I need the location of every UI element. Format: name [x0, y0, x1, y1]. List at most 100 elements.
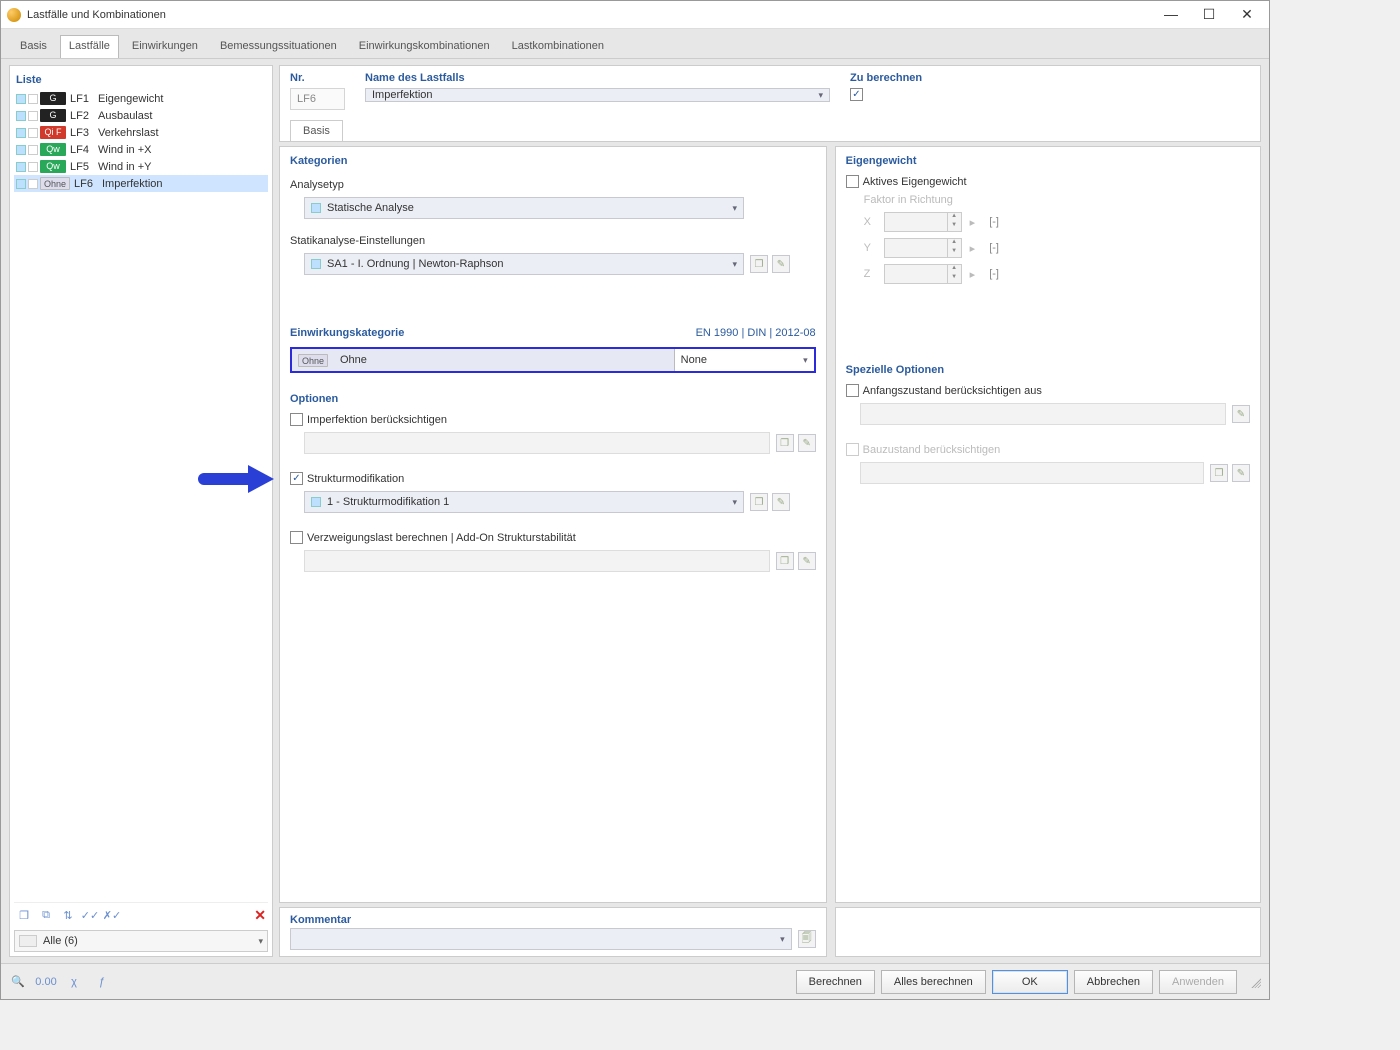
compute-checkbox[interactable]: [850, 88, 863, 101]
category-tag: Ohne: [40, 177, 70, 190]
verzweig-combo-disabled: [304, 550, 770, 572]
actioncat-combo[interactable]: Ohne Ohne None ▾: [290, 347, 816, 373]
tab-basis[interactable]: Basis: [11, 35, 56, 58]
copy-icon[interactable]: ⧉: [38, 908, 54, 924]
app-window: Lastfälle und Kombinationen — ☐ ✕ Basis …: [0, 0, 1270, 1000]
tab-lastkombinationen[interactable]: Lastkombinationen: [503, 35, 613, 58]
statik-value: SA1 - I. Ordnung | Newton-Raphson: [327, 258, 504, 270]
resize-grip-icon[interactable]: [1249, 976, 1261, 988]
close-icon[interactable]: ✕: [1237, 6, 1257, 23]
help-icon[interactable]: 🔍: [9, 973, 27, 991]
lc-code: LF2: [70, 110, 98, 122]
strukt-combo[interactable]: 1 - Strukturmodifikation 1 ▾: [304, 491, 744, 513]
play-icon[interactable]: ▸: [970, 268, 976, 281]
imperf-label: Imperfektion berücksichtigen: [307, 414, 447, 426]
imperf-checkbox[interactable]: [290, 413, 303, 426]
subtab-basis[interactable]: Basis: [290, 120, 343, 141]
strukt-checkbox[interactable]: [290, 472, 303, 485]
actioncat-header: Einwirkungskategorie: [290, 327, 404, 341]
ok-button[interactable]: OK: [992, 970, 1068, 994]
new-icon[interactable]: ❐: [16, 908, 32, 924]
factor-y-input[interactable]: ▲▼: [884, 238, 962, 258]
abbrechen-button[interactable]: Abbrechen: [1074, 970, 1153, 994]
lc-code: LF3: [70, 127, 98, 139]
check-all-icon[interactable]: ✓✓: [82, 908, 98, 924]
new-icon[interactable]: ❐: [776, 552, 794, 570]
list-item[interactable]: Qw LF4 Wind in +X: [14, 141, 268, 158]
alles-berechnen-button[interactable]: Alles berechnen: [881, 970, 986, 994]
edit-icon[interactable]: ✎: [1232, 464, 1250, 482]
edit-icon[interactable]: ✎: [1232, 405, 1250, 423]
color-swatch-icon: [16, 111, 26, 121]
special-header: Spezielle Optionen: [846, 364, 1250, 378]
comment-panel-right: [835, 907, 1261, 957]
comment-combo[interactable]: ▾: [290, 928, 792, 950]
mid-right-panel: Eigengewicht Aktives Eigengewicht Faktor…: [835, 146, 1261, 903]
mid-left-panel: Kategorien Analysetyp Statische Analyse …: [279, 146, 827, 903]
edit-settings-icon[interactable]: ✎: [772, 255, 790, 273]
chevron-down-icon: ▾: [780, 934, 785, 945]
minimize-icon[interactable]: —: [1161, 6, 1181, 23]
new-icon[interactable]: ❐: [1210, 464, 1228, 482]
verzweig-checkbox[interactable]: [290, 531, 303, 544]
script-icon[interactable]: ƒ: [93, 973, 111, 991]
unit-x: [-]: [989, 216, 999, 228]
lc-code: LF5: [70, 161, 98, 173]
uncheck-all-icon[interactable]: ✗✓: [104, 908, 120, 924]
color-swatch-icon: [28, 128, 38, 138]
berechnen-button[interactable]: Berechnen: [796, 970, 875, 994]
norm-icon[interactable]: χ: [65, 973, 83, 991]
play-icon[interactable]: ▸: [970, 216, 976, 229]
loadcase-list[interactable]: G LF1 Eigengewicht G LF2 Ausbaulast Qi F…: [14, 90, 268, 902]
edit-icon[interactable]: ✎: [772, 493, 790, 511]
categories-header: Kategorien: [290, 155, 816, 169]
titlebar: Lastfälle und Kombinationen — ☐ ✕: [1, 1, 1269, 29]
verzweig-label: Verzweigungslast berechnen | Add-On Stru…: [307, 532, 576, 544]
factor-x-input[interactable]: ▲▼: [884, 212, 962, 232]
color-swatch-icon: [16, 179, 26, 189]
delete-icon[interactable]: ✕: [254, 907, 266, 924]
list-item[interactable]: G LF1 Eigengewicht: [14, 90, 268, 107]
lc-name: Verkehrslast: [98, 127, 266, 139]
name-combo[interactable]: Imperfektion ▾: [365, 88, 830, 102]
edit-icon[interactable]: ✎: [798, 552, 816, 570]
footer: 🔍 0.00 χ ƒ Berechnen Alles berechnen OK …: [1, 963, 1269, 999]
lc-code: LF1: [70, 93, 98, 105]
anfang-label: Anfangszustand berücksichtigen aus: [863, 385, 1042, 397]
anfang-checkbox[interactable]: [846, 384, 859, 397]
sort-icon[interactable]: ⇅: [60, 908, 76, 924]
tab-einwirkungen[interactable]: Einwirkungen: [123, 35, 207, 58]
color-swatch-icon: [28, 162, 38, 172]
units-icon[interactable]: 0.00: [37, 973, 55, 991]
list-item[interactable]: G LF2 Ausbaulast: [14, 107, 268, 124]
list-filter-combo[interactable]: Alle (6) ▾: [14, 930, 268, 952]
header-panel: Nr. LF6 Name des Lastfalls Imperfektion …: [279, 65, 1261, 142]
new-settings-icon[interactable]: ❐: [750, 255, 768, 273]
new-icon[interactable]: ❐: [750, 493, 768, 511]
window-controls: — ☐ ✕: [1161, 6, 1263, 23]
maximize-icon[interactable]: ☐: [1199, 6, 1219, 23]
statik-combo[interactable]: SA1 - I. Ordnung | Newton-Raphson ▾: [304, 253, 744, 275]
name-value: Imperfektion: [372, 89, 433, 101]
tab-bemessungssituationen[interactable]: Bemessungssituationen: [211, 35, 346, 58]
filter-swatch-icon: [19, 935, 37, 947]
analysetyp-combo[interactable]: Statische Analyse ▾: [304, 197, 744, 219]
axis-x: X: [864, 216, 876, 228]
new-icon[interactable]: ❐: [776, 434, 794, 452]
list-item[interactable]: Qi F LF3 Verkehrslast: [14, 124, 268, 141]
actioncat-norm: EN 1990 | DIN | 2012-08: [696, 327, 816, 341]
comment-edit-icon[interactable]: 🗐: [798, 930, 816, 948]
list-item[interactable]: Qw LF5 Wind in +Y: [14, 158, 268, 175]
bau-combo-disabled: [860, 462, 1204, 484]
edit-icon[interactable]: ✎: [798, 434, 816, 452]
chevron-down-icon: ▾: [732, 497, 737, 508]
name-label: Name des Lastfalls: [365, 72, 830, 86]
tab-einwirkungskombinationen[interactable]: Einwirkungskombinationen: [350, 35, 499, 58]
anfang-combo-disabled: [860, 403, 1226, 425]
factor-z-input[interactable]: ▲▼: [884, 264, 962, 284]
chevron-down-icon: ▾: [818, 90, 823, 101]
tab-lastfaelle[interactable]: Lastfälle: [60, 35, 119, 58]
list-item[interactable]: Ohne LF6 Imperfektion: [14, 175, 268, 192]
play-icon[interactable]: ▸: [970, 242, 976, 255]
selfweight-active-checkbox[interactable]: [846, 175, 859, 188]
